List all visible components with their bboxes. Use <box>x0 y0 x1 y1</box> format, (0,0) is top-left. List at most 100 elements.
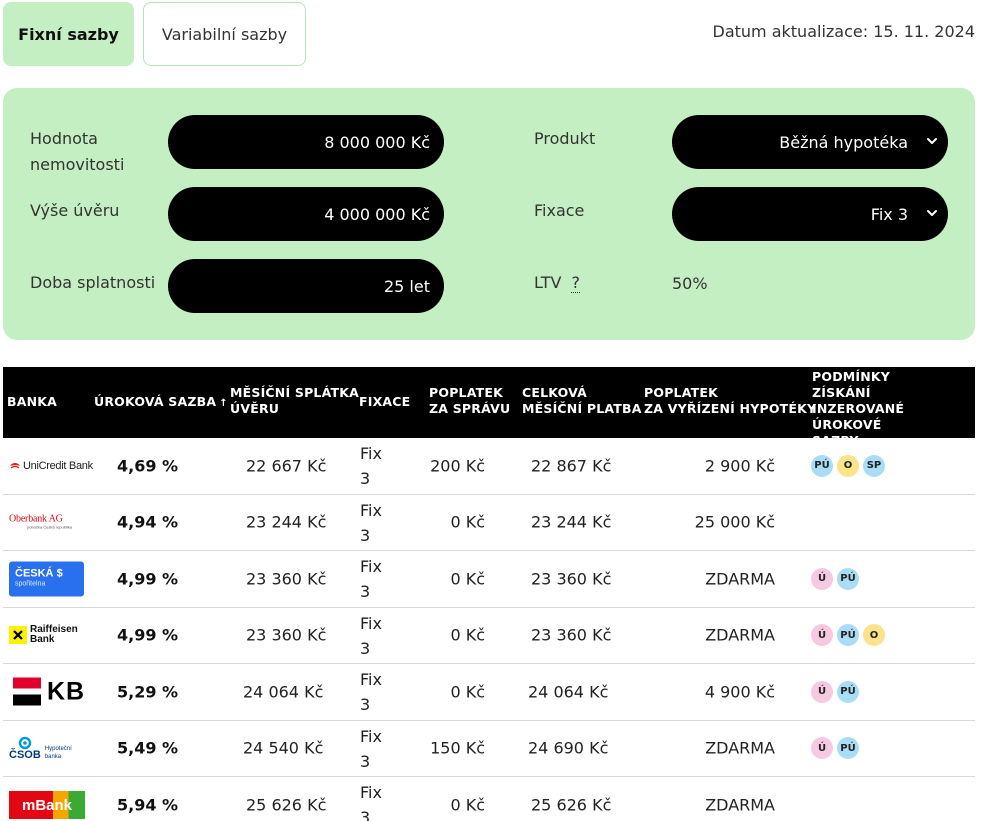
badge-pu[interactable]: PÚ <box>837 680 859 703</box>
badge-o[interactable]: O <box>863 624 885 647</box>
handling-value: 2 900 Kč <box>704 456 775 476</box>
table-header: BANKA ÚROKOVÁ SAZBA ↑ MĚSÍČNÍ SPLÁTKA ÚVĚR… <box>3 367 975 448</box>
handling-value: ZDARMA <box>705 625 775 645</box>
table-row[interactable]: ČSOB Hypoteční banka 5,49 % 24 540 Kč Fi… <box>3 721 975 777</box>
table-row[interactable]: Oberbank AG pobočka Česká republika 4,94… <box>3 495 975 551</box>
total-value: 24 064 Kč <box>528 682 609 702</box>
badge-u[interactable]: Ú <box>811 680 833 703</box>
badge-u[interactable]: Ú <box>811 624 833 647</box>
csas-s-icon: $ <box>56 567 63 580</box>
total-value: 25 626 Kč <box>531 795 612 815</box>
badge-pu[interactable]: PÚ <box>837 567 859 590</box>
total-value: 23 360 Kč <box>531 625 612 645</box>
monthly-value: 23 244 Kč <box>246 512 327 532</box>
bank-logo-oberbank: Oberbank AG pobočka Česká republika <box>9 513 72 530</box>
monthly-value: 22 667 Kč <box>246 456 327 476</box>
handling-value: 25 000 Kč <box>694 512 775 532</box>
monthly-value: 25 626 Kč <box>246 795 327 815</box>
rate-value: 5,49 % <box>117 738 179 758</box>
product-select[interactable]: Běžná hypotéka <box>672 115 948 169</box>
monthly-value: 24 540 Kč <box>243 738 324 758</box>
total-value: 23 360 Kč <box>531 569 612 589</box>
tab-variable-rates[interactable]: Variabilní sazby <box>143 2 306 66</box>
fixation-value: Fix 3 <box>360 557 382 601</box>
term-input[interactable]: 25 let <box>168 259 444 313</box>
total-value: 22 867 Kč <box>531 456 612 476</box>
raiffeisen-cross-icon <box>9 626 27 645</box>
fixation-value: Fix 3 <box>360 500 382 545</box>
rate-value: 4,99 % <box>117 569 179 589</box>
property-value-label: Hodnota nemovitosti <box>30 129 125 174</box>
tab-label: Variabilní sazby <box>161 24 288 44</box>
handling-value: 4 900 Kč <box>704 682 775 702</box>
table-row[interactable]: ČESKÁ $ spořitelna 4,99 % 23 360 Kč Fix 3… <box>3 551 975 608</box>
bank-logo-unicredit: UniCredit Bank <box>9 460 93 472</box>
table-row[interactable]: UniCredit Bank 4,69 % 22 667 Kč Fix 3 200… <box>3 438 975 495</box>
conditions-badges: PÚ O SP <box>811 454 885 477</box>
sort-arrow-icon: ↑ <box>219 398 228 409</box>
badge-u[interactable]: Ú <box>811 737 833 760</box>
bank-logo-ceska-sporitelna: ČESKÁ $ spořitelna <box>9 561 84 597</box>
conditions-badges: Ú PÚ O <box>811 624 885 647</box>
bank-logo-raiffeisen: Raiffeisen Bank <box>9 625 78 645</box>
ltv-label: LTV? <box>534 273 580 293</box>
header-rate[interactable]: ÚROKOVÁ SAZBA ↑ <box>94 394 228 412</box>
unicredit-logo-icon <box>10 462 20 469</box>
fixation-value: Fix 3 <box>360 613 382 658</box>
fee-value: 0 Kč <box>450 569 485 589</box>
fee-value: 0 Kč <box>450 795 485 815</box>
badge-u[interactable]: Ú <box>811 567 833 590</box>
bank-logo-kb: KB <box>13 677 85 706</box>
badge-pu[interactable]: PÚ <box>837 624 859 647</box>
csob-wave-icon <box>18 736 32 749</box>
table-row[interactable]: KB 5,29 % 24 064 Kč Fix 3 0 Kč 24 064 Kč … <box>3 664 975 721</box>
handling-value: ZDARMA <box>705 738 775 758</box>
loan-amount-label: Výše úvěru <box>30 201 120 220</box>
rate-value: 5,29 % <box>117 682 179 702</box>
conditions-badges: Ú PÚ <box>811 680 859 703</box>
filter-panel: Hodnota nemovitosti 8 000 000 Kč Výše úv… <box>3 88 975 340</box>
monthly-value: 24 064 Kč <box>243 682 324 702</box>
table-row[interactable]: Raiffeisen Bank 4,99 % 23 360 Kč Fix 3 0 … <box>3 608 975 664</box>
badge-pu[interactable]: PÚ <box>811 454 833 477</box>
rate-value: 4,99 % <box>117 625 179 645</box>
badge-pu[interactable]: PÚ <box>837 737 859 760</box>
fee-value: 0 Kč <box>450 682 485 702</box>
term-label: Doba splatnosti <box>30 273 156 292</box>
fixation-value: Fix 3 <box>360 726 382 771</box>
property-value-input[interactable]: 8 000 000 Kč <box>168 115 444 169</box>
bank-logo-csob: ČSOB Hypoteční banka <box>9 735 79 761</box>
header-bank: BANKA <box>7 394 58 409</box>
fixation-select[interactable]: Fix 3 <box>672 187 948 241</box>
header-conditions: PODMÍNKY ZÍSKÁNÍ INZEROVANÉ ÚROKOVÉ SAZBY <box>812 369 905 448</box>
bank-logo-mbank: mBank <box>9 791 85 820</box>
total-value: 24 690 Kč <box>528 738 609 758</box>
handling-value: ZDARMA <box>705 569 775 589</box>
header-fixation: FIXACE <box>359 394 411 409</box>
monthly-value: 23 360 Kč <box>246 625 327 645</box>
fixation-value: Fix 3 <box>360 444 382 488</box>
ltv-help-icon[interactable]: ? <box>571 274 580 293</box>
ltv-value: 50% <box>672 274 708 293</box>
fee-value: 0 Kč <box>450 512 485 532</box>
update-date: Datum aktualizace: 15. 11. 2024 <box>712 22 976 41</box>
rate-value: 5,94 % <box>117 795 179 815</box>
tab-label: Fixní sazby <box>18 24 119 44</box>
tab-fixed-rates[interactable]: Fixní sazby <box>3 2 134 66</box>
header-total: CELKOVÁ MĚSÍČNÍ PLATBA <box>522 385 642 416</box>
badge-o[interactable]: O <box>837 454 859 477</box>
table-row[interactable]: mBank 5,94 % 25 626 Kč Fix 3 0 Kč 25 626 … <box>3 777 975 821</box>
fee-value: 0 Kč <box>450 625 485 645</box>
rate-value: 4,69 % <box>117 456 179 476</box>
total-value: 23 244 Kč <box>531 512 612 532</box>
fixation-value: Fix 3 <box>360 670 382 714</box>
kb-logo-icon <box>13 677 41 706</box>
header-handling: POPLATEK ZA VYŘÍZENÍ HYPOTÉKY <box>644 385 817 416</box>
badge-sp[interactable]: SP <box>863 454 885 477</box>
fixation-label: Fixace <box>534 201 585 220</box>
handling-value: ZDARMA <box>705 795 775 815</box>
fee-value: 200 Kč <box>430 456 485 476</box>
header-monthly: MĚSÍČNÍ SPLÁTKA ÚVĚRU <box>230 385 359 416</box>
conditions-badges: Ú PÚ <box>811 567 859 590</box>
loan-amount-input[interactable]: 4 000 000 Kč <box>168 187 444 241</box>
